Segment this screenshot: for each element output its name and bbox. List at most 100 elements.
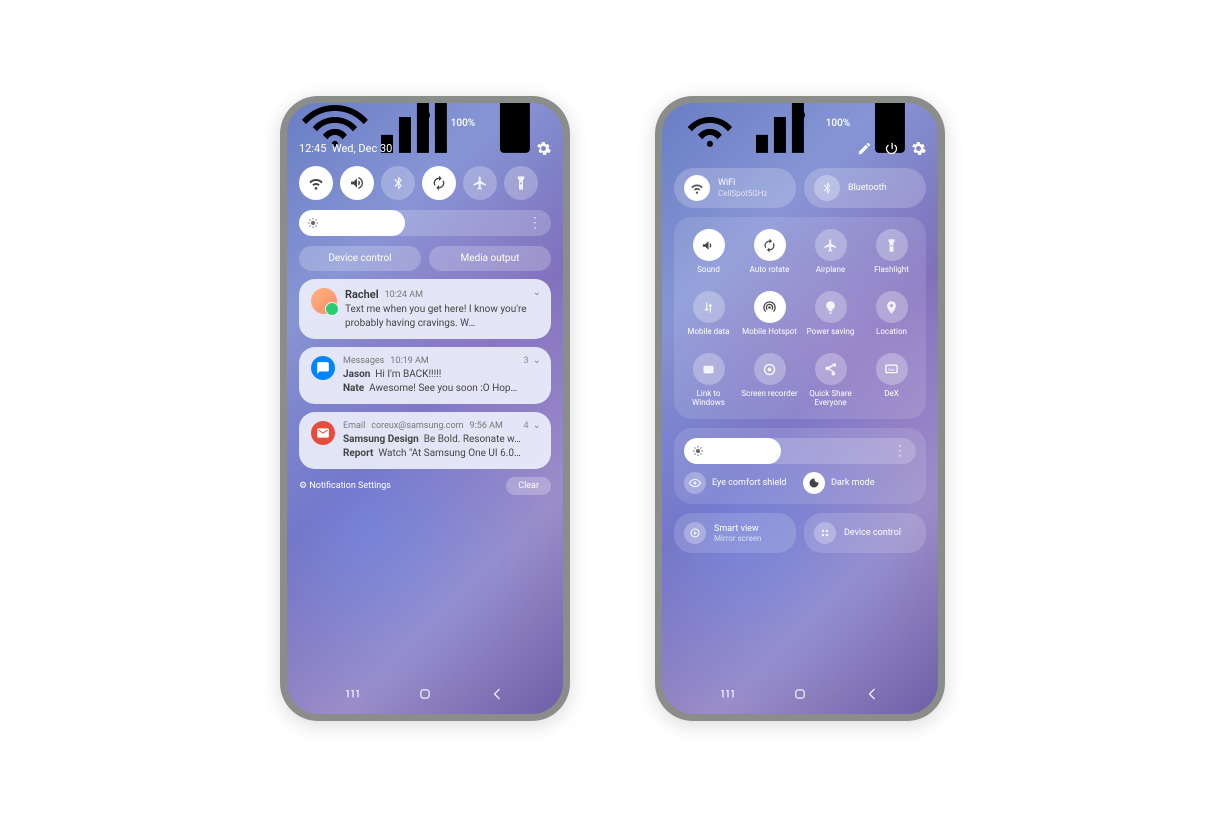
device-control-button[interactable]: Device control (299, 246, 421, 271)
messages-icon (311, 356, 335, 380)
email-icon (311, 421, 335, 445)
wifi-icon (684, 175, 710, 201)
notification-messages[interactable]: 3⌄ Messages10:19 AM Jason Hi I'm BACK!!!… (299, 347, 551, 404)
chevron-down-icon[interactable]: ⌄ (533, 420, 541, 431)
device-control-button[interactable]: Device control (804, 513, 926, 553)
date: Wed, Dec 30 (332, 142, 392, 155)
bluetooth-icon (814, 175, 840, 201)
bluetooth-toggle[interactable] (381, 166, 415, 200)
tile-rotate[interactable]: Auto rotate (741, 229, 798, 283)
record-icon (754, 353, 786, 385)
bluetooth-button[interactable]: Bluetooth (804, 168, 926, 208)
notification-settings-link[interactable]: ⚙ Notification Settings (299, 481, 391, 491)
flashlight-icon (876, 229, 908, 261)
dark-mode-icon (803, 472, 825, 494)
wifi-icon (674, 103, 746, 159)
tile-quickshare[interactable]: Quick Share Everyone (802, 353, 859, 407)
powersave-icon (815, 291, 847, 323)
wifi-button[interactable]: WiFiCellSpot5GHz (674, 168, 796, 208)
flashlight-toggle[interactable] (504, 166, 538, 200)
grid-icon (814, 522, 836, 544)
notif-sender: Rachel (345, 288, 379, 301)
tile-label: Power saving (807, 327, 855, 345)
eye-comfort-toggle[interactable]: Eye comfort shield (684, 472, 797, 494)
hotspot-icon (754, 291, 786, 323)
recents-button[interactable] (718, 684, 738, 704)
sound-toggle[interactable] (340, 166, 374, 200)
tile-label: Location (876, 327, 907, 345)
tile-label: Mobile Hotspot (742, 327, 797, 345)
wifi-toggle[interactable] (299, 166, 333, 200)
tile-sound[interactable]: Sound (680, 229, 737, 283)
tile-label: Screen recorder (741, 389, 797, 407)
battery-text: 100% (451, 118, 475, 129)
tile-label: DeX (884, 389, 899, 407)
tile-link[interactable]: Link to Windows (680, 353, 737, 407)
notif-time: 10:24 AM (385, 290, 423, 300)
quick-settings-row (299, 166, 551, 200)
settings-icon[interactable] (911, 141, 926, 156)
mobiledata-icon (693, 291, 725, 323)
cast-icon (684, 522, 706, 544)
airplane-icon (815, 229, 847, 261)
airplane-toggle[interactable] (463, 166, 497, 200)
tile-mobiledata[interactable]: Mobile data (680, 291, 737, 345)
rotate-toggle[interactable] (422, 166, 456, 200)
home-button[interactable] (415, 684, 435, 704)
tile-label: Link to Windows (680, 389, 737, 407)
dark-mode-toggle[interactable]: Dark mode (803, 472, 916, 494)
notif-body: Text me when you get here! I know you're… (345, 303, 539, 330)
clock: 12:45 (299, 142, 326, 155)
notification-email[interactable]: 4⌄ Emailcoreux@samsung.com9:56 AM Samsun… (299, 412, 551, 469)
edit-icon[interactable] (857, 141, 872, 156)
brightness-icon (307, 217, 319, 229)
camera-hole (420, 110, 430, 120)
tile-dex[interactable]: DeX DeX (863, 353, 920, 407)
display-section: ⋮ Eye comfort shield Dark mode (674, 428, 926, 504)
back-button[interactable] (487, 684, 507, 704)
phone-left-notification-panel: 100% 12:45 Wed, Dec 30 ⋮ Device control … (280, 96, 570, 721)
location-icon (876, 291, 908, 323)
tile-hotspot[interactable]: Mobile Hotspot (741, 291, 798, 345)
media-output-button[interactable]: Media output (429, 246, 551, 271)
tile-flashlight[interactable]: Flashlight (863, 229, 920, 283)
nav-bar (662, 684, 938, 704)
tile-label: Sound (697, 265, 720, 283)
smart-view-button[interactable]: Smart viewMirror screen (674, 513, 796, 553)
quick-settings-grid: Sound Auto rotate Airplane Flashlight Mobile… (674, 217, 926, 419)
back-button[interactable] (862, 684, 882, 704)
rotate-icon (754, 229, 786, 261)
brightness-icon (692, 445, 704, 457)
tile-location[interactable]: Location (863, 291, 920, 345)
quickshare-icon (815, 353, 847, 385)
svg-text:DeX: DeX (888, 367, 895, 371)
tile-airplane[interactable]: Airplane (802, 229, 859, 283)
phone-right-quick-settings-panel: 100% WiFiCellSpot5GHz Bluetooth Sound Aut… (655, 96, 945, 721)
tile-label: Airplane (816, 265, 845, 283)
chevron-down-icon[interactable]: ⌄ (533, 287, 541, 298)
nav-bar (287, 684, 563, 704)
battery-text: 100% (826, 118, 850, 129)
brightness-slider[interactable]: ⋮ (299, 210, 551, 236)
link-icon (693, 353, 725, 385)
tile-record[interactable]: Screen recorder (741, 353, 798, 407)
clear-button[interactable]: Clear (506, 477, 551, 495)
recents-button[interactable] (343, 684, 363, 704)
tile-powersave[interactable]: Power saving (802, 291, 859, 345)
chevron-down-icon[interactable]: ⌄ (533, 355, 541, 366)
power-icon[interactable] (884, 141, 899, 156)
tile-label: Flashlight (874, 265, 909, 283)
dex-icon: DeX (876, 353, 908, 385)
tile-label: Quick Share Everyone (802, 389, 859, 407)
brightness-slider[interactable]: ⋮ (684, 438, 916, 464)
avatar-icon (311, 288, 337, 314)
tile-label: Auto rotate (750, 265, 790, 283)
settings-icon[interactable] (536, 141, 551, 156)
eye-icon (684, 472, 706, 494)
notification-rachel[interactable]: ⌄ Rachel 10:24 AM Text me when you get he… (299, 279, 551, 339)
home-button[interactable] (790, 684, 810, 704)
signal-icon (750, 103, 822, 159)
tile-label: Mobile data (688, 327, 730, 345)
sound-icon (693, 229, 725, 261)
camera-hole (795, 110, 805, 120)
